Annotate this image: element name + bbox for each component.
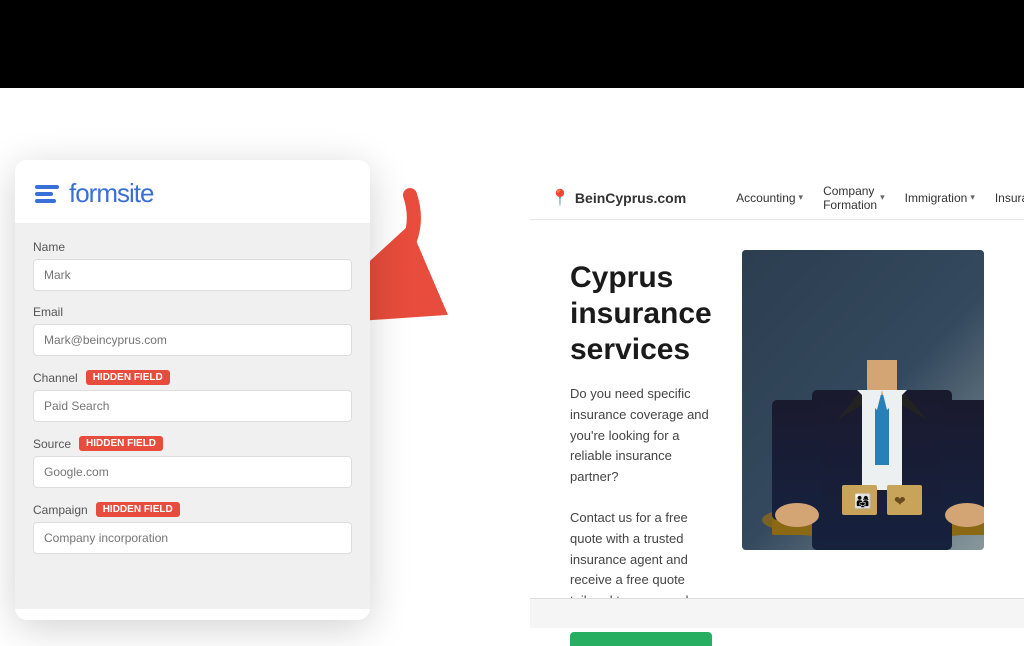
nav-immigration[interactable]: Immigration ▾: [905, 191, 975, 205]
hero-desc1: Do you need specific insurance coverage …: [570, 384, 712, 488]
nav-links: Accounting ▾ Company Formation ▾ Immigra…: [736, 184, 1024, 212]
icon-line-2: [35, 192, 53, 196]
name-input[interactable]: [33, 259, 352, 291]
form-header: formsite: [15, 160, 370, 224]
campaign-label-row: Campaign HIDDEN FIELD: [33, 502, 352, 517]
logo-pin-icon: 📍: [550, 188, 570, 208]
nav-accounting[interactable]: Accounting ▾: [736, 191, 803, 205]
hero-title: Cyprus insurance services: [570, 260, 712, 368]
source-label: Source: [33, 437, 71, 451]
black-background: [0, 0, 1024, 88]
source-input[interactable]: [33, 456, 352, 488]
nav-bar: 📍 BeinCyprus.com Accounting ▾ Company Fo…: [530, 176, 1024, 220]
channel-label: Channel: [33, 371, 78, 385]
hero-section: Cyprus insurance services Do you need sp…: [530, 220, 1024, 620]
email-field: Email: [33, 305, 352, 356]
campaign-input[interactable]: [33, 522, 352, 554]
source-hidden-badge: HIDDEN FIELD: [79, 436, 163, 451]
logo-text: BeinCyprus.com: [575, 190, 686, 206]
channel-label-row: Channel HIDDEN FIELD: [33, 370, 352, 385]
source-label-row: Source HIDDEN FIELD: [33, 436, 352, 451]
website-container: 📍 BeinCyprus.com Accounting ▾ Company Fo…: [265, 88, 1024, 646]
name-label-row: Name: [33, 240, 352, 254]
nav-insurance[interactable]: Insurance ▾: [995, 191, 1024, 205]
campaign-hidden-badge: HIDDEN FIELD: [96, 502, 180, 517]
bottom-strip: [530, 598, 1024, 628]
name-label: Name: [33, 240, 65, 254]
form-card: formsite Name Email Channel HIDDEN FIELD: [15, 160, 370, 620]
source-field: Source HIDDEN FIELD: [33, 436, 352, 488]
email-label-row: Email: [33, 305, 352, 319]
channel-hidden-badge: HIDDEN FIELD: [86, 370, 170, 385]
icon-line-3: [35, 199, 56, 203]
svg-text:❤: ❤: [894, 493, 906, 509]
email-input[interactable]: [33, 324, 352, 356]
svg-text:👨‍👩‍👧: 👨‍👩‍👧: [854, 493, 871, 510]
chevron-down-icon: ▾: [970, 192, 975, 203]
hero-content: Cyprus insurance services Do you need sp…: [570, 250, 712, 590]
hero-image: 👨‍👩‍👧 ❤: [742, 250, 984, 550]
email-label: Email: [33, 305, 63, 319]
site-logo[interactable]: 📍 BeinCyprus.com: [550, 188, 686, 208]
formsite-icon: [35, 185, 59, 203]
icon-line-1: [35, 185, 59, 189]
nav-company-formation[interactable]: Company Formation ▾: [823, 184, 885, 212]
channel-input[interactable]: [33, 390, 352, 422]
channel-field: Channel HIDDEN FIELD: [33, 370, 352, 422]
get-quote-button[interactable]: 🛡 Get a free quote: [570, 632, 712, 646]
hero-desc2: Contact us for a free quote with a trust…: [570, 508, 712, 612]
chevron-down-icon: ▾: [799, 192, 804, 203]
campaign-label: Campaign: [33, 503, 88, 517]
form-body: Name Email Channel HIDDEN FIELD Source H…: [15, 224, 370, 609]
formsite-logo-text: formsite: [69, 178, 153, 209]
campaign-field: Campaign HIDDEN FIELD: [33, 502, 352, 554]
name-field: Name: [33, 240, 352, 291]
chevron-down-icon: ▾: [880, 192, 885, 203]
